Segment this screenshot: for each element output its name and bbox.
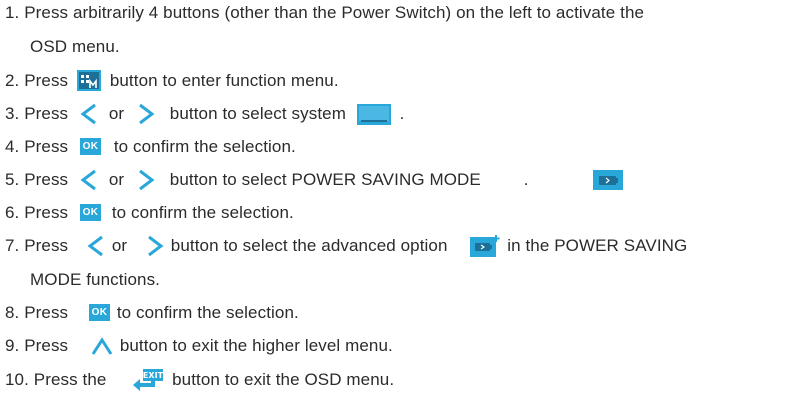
ok-button-icon: OK — [79, 138, 101, 156]
step-9: 9. Press button to exit the higher level… — [5, 335, 393, 356]
step-1-continuation: OSD menu. — [30, 36, 120, 57]
advanced-option-icon — [470, 235, 500, 257]
step-3-text-a: 3. Press — [5, 104, 69, 123]
system-screen-icon — [356, 103, 391, 125]
step-3-text-d: . — [399, 104, 405, 123]
ok-button-icon: OK — [88, 304, 110, 322]
left-arrow-icon — [80, 169, 98, 191]
step-3-text-c: button to select system — [169, 104, 346, 123]
step-8-text-b: to confirm the selection. — [116, 302, 299, 322]
manual-instructions: 1. Press arbitrarily 4 buttons (other th… — [0, 0, 788, 407]
ok-button-icon: OK — [79, 204, 101, 222]
step-7: 7. Press or button to select the advance… — [5, 235, 687, 257]
step-6-text-a: 6. Press — [5, 202, 69, 222]
step-7-continuation: MODE functions. — [30, 269, 160, 290]
left-arrow-icon — [80, 103, 98, 125]
step-4-text-b: to confirm the selection. — [113, 136, 296, 156]
step-9-text-a: 9. Press — [5, 335, 69, 355]
step-3: 3. Press or button to select system . — [5, 103, 404, 125]
step-7-text-cont: MODE functions. — [30, 269, 160, 289]
step-6: 6. Press OK to confirm the selection. — [5, 202, 294, 223]
step-5-text-d: . — [523, 170, 529, 189]
step-5-text-a: 5. Press — [5, 170, 69, 189]
step-7-text-a: 7. Press — [5, 236, 69, 255]
step-1-text: 1. Press arbitrarily 4 buttons (other th… — [5, 2, 645, 22]
step-10: 10. Press the EXIT button to exit the OS… — [5, 368, 394, 392]
step-2-text-a: 2. Press — [5, 70, 69, 90]
step-1-text-cont: OSD menu. — [30, 36, 120, 56]
step-4-text-a: 4. Press — [5, 136, 69, 156]
step-7-text-c: button to select the advanced option — [170, 236, 448, 255]
step-10-text-a: 10. Press the — [5, 370, 107, 389]
right-arrow-icon — [137, 103, 155, 125]
step-1: 1. Press arbitrarily 4 buttons (other th… — [5, 2, 644, 23]
step-2-text-b: button to enter function menu. — [109, 70, 339, 90]
up-arrow-icon — [91, 336, 113, 356]
step-9-text-b: button to exit the higher level menu. — [119, 335, 393, 355]
step-5-text-c: button to select POWER SAVING MODE — [169, 170, 481, 189]
svg-text:EXIT: EXIT — [143, 371, 164, 380]
step-7-text-d: in the POWER SAVING — [507, 236, 688, 255]
power-saving-battery-icon — [593, 170, 624, 190]
left-arrow-icon — [87, 235, 105, 257]
exit-button-icon: EXIT — [131, 368, 165, 392]
right-arrow-icon — [137, 169, 155, 191]
step-5-text-b: or — [108, 170, 125, 189]
step-3-text-b: or — [108, 104, 125, 123]
step-4: 4. Press OK to confirm the selection. — [5, 136, 296, 157]
step-5: 5. Press or button to select POWER SAVIN… — [5, 169, 624, 191]
step-8: 8. Press OK to confirm the selection. — [5, 302, 299, 323]
step-10-text-b: button to exit the OSD menu. — [172, 370, 395, 389]
step-2: 2. Press button to enter function menu. — [5, 70, 339, 92]
step-8-text-a: 8. Press — [5, 302, 69, 322]
step-7-text-b: or — [111, 236, 128, 255]
right-arrow-icon — [146, 235, 164, 257]
menu-button-icon — [76, 70, 101, 92]
step-6-text-b: to confirm the selection. — [111, 202, 294, 222]
